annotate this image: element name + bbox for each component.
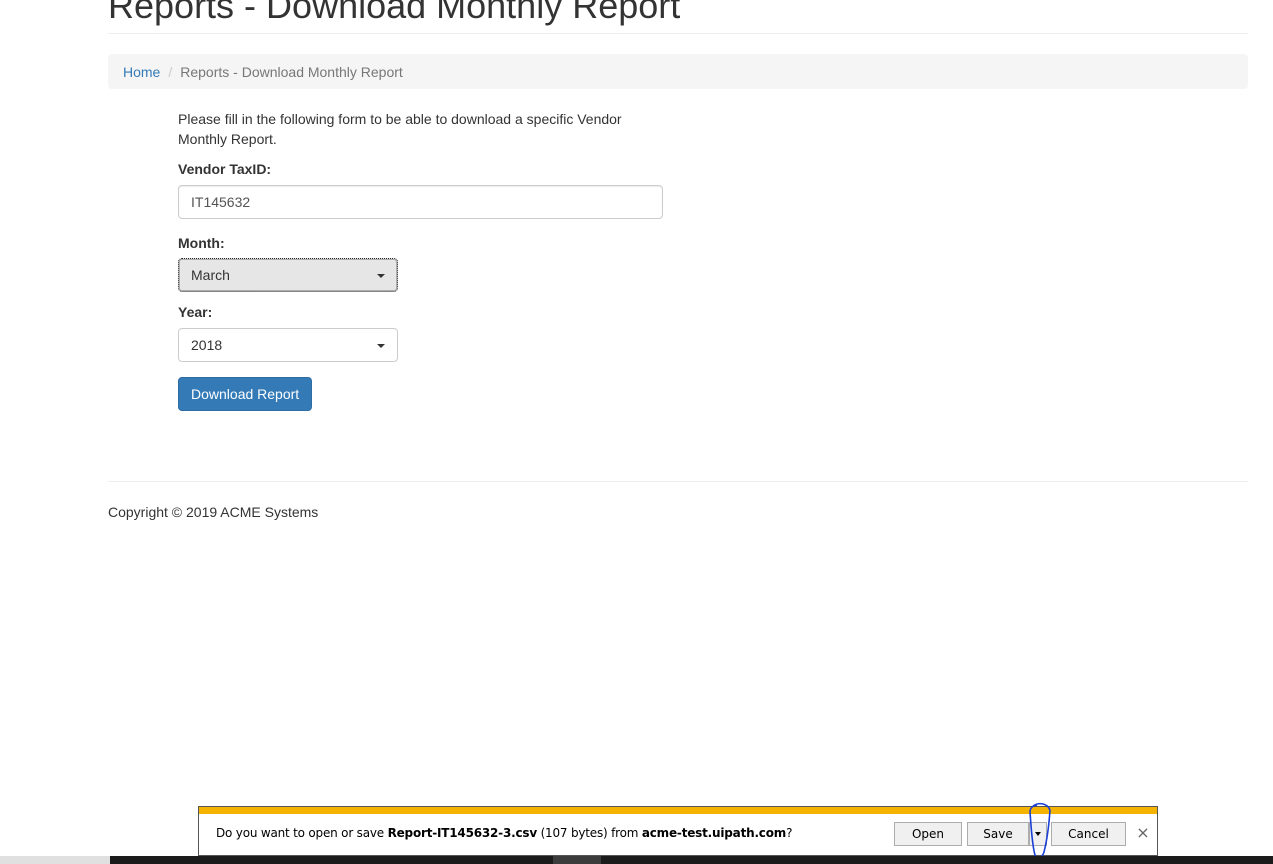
close-icon[interactable]: × bbox=[1136, 823, 1150, 843]
footer-divider bbox=[108, 481, 1248, 482]
download-domain: acme-test.uipath.com bbox=[641, 826, 787, 840]
download-prompt-message: Do you want to open or save Report-IT145… bbox=[216, 826, 792, 840]
report-form: Please fill in the following form to be … bbox=[178, 109, 663, 411]
taskbar-item[interactable] bbox=[553, 856, 601, 864]
title-divider bbox=[108, 33, 1248, 34]
caret-down-icon bbox=[377, 344, 385, 348]
chevron-down-icon bbox=[1035, 832, 1041, 836]
download-filename: Report-IT145632-3.csv bbox=[387, 826, 538, 840]
download-report-button[interactable]: Download Report bbox=[178, 377, 313, 411]
month-selected-value: March bbox=[191, 267, 230, 283]
month-select[interactable]: March bbox=[178, 258, 398, 292]
vendor-taxid-label: Vendor TaxID: bbox=[178, 161, 272, 177]
taskbar-left-strip bbox=[0, 856, 110, 864]
download-size: (107 bytes) from bbox=[536, 826, 642, 840]
page-title: Reports - Download Monthly Report bbox=[108, 0, 681, 26]
save-button[interactable]: Save bbox=[967, 822, 1029, 846]
download-notification-bar: Do you want to open or save Report-IT145… bbox=[198, 806, 1158, 856]
form-intro-text: Please fill in the following form to be … bbox=[178, 111, 622, 147]
breadcrumb: Home / Reports - Download Monthly Report bbox=[108, 54, 1248, 89]
year-select[interactable]: 2018 bbox=[178, 328, 398, 362]
year-label: Year: bbox=[178, 304, 213, 320]
breadcrumb-home-link[interactable]: Home bbox=[123, 64, 160, 80]
caret-down-icon bbox=[377, 274, 385, 278]
footer-copyright: Copyright © 2019 ACME Systems bbox=[108, 504, 319, 520]
prompt-prefix: Do you want to open or save bbox=[216, 826, 388, 840]
cancel-button[interactable]: Cancel bbox=[1051, 822, 1126, 846]
browser-page: Reports - Download Monthly Report Home /… bbox=[0, 0, 1273, 864]
taskbar bbox=[110, 856, 1273, 864]
year-selected-value: 2018 bbox=[191, 337, 223, 353]
breadcrumb-separator: / bbox=[168, 63, 173, 80]
open-button[interactable]: Open bbox=[894, 822, 962, 846]
breadcrumb-current: Reports - Download Monthly Report bbox=[180, 63, 403, 80]
prompt-suffix: ? bbox=[786, 826, 793, 840]
vendor-taxid-input[interactable] bbox=[178, 185, 663, 219]
notification-accent-strip bbox=[199, 807, 1157, 814]
month-label: Month: bbox=[178, 235, 225, 251]
save-options-dropdown-button[interactable] bbox=[1029, 822, 1047, 846]
